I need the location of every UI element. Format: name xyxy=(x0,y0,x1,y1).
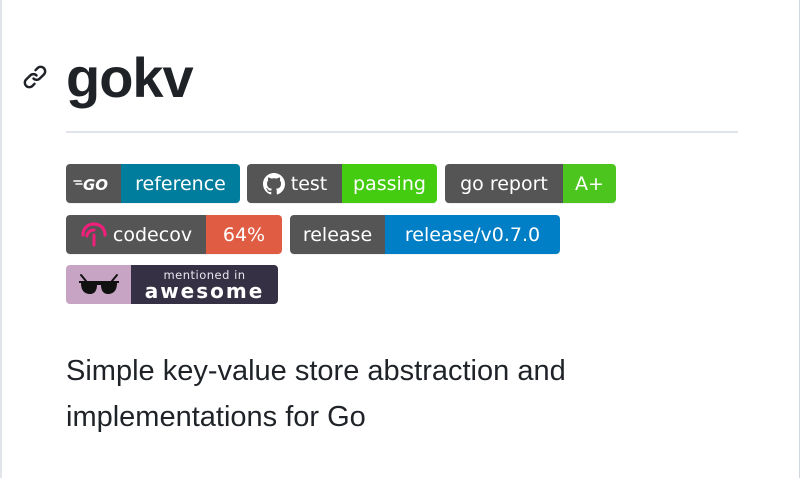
codecov-badge-value: 64% xyxy=(206,215,282,254)
test-badge[interactable]: test passing xyxy=(247,164,437,203)
codecov-icon xyxy=(81,221,107,246)
awesome-badge-wordmark: awesome xyxy=(144,278,265,303)
github-icon xyxy=(262,172,285,194)
release-badge[interactable]: release release/v0.7.0 xyxy=(290,215,560,254)
go-reference-badge-right: reference xyxy=(121,164,240,203)
project-description: Simple key-value store abstraction and i… xyxy=(66,348,746,440)
link-icon[interactable] xyxy=(20,62,50,92)
awesome-badge-right: mentioned in awesome xyxy=(131,265,278,304)
test-badge-left: test xyxy=(247,164,342,203)
codecov-badge[interactable]: codecov 64% xyxy=(66,215,282,254)
awesome-badge[interactable]: mentioned in awesome xyxy=(66,265,278,304)
go-reference-badge[interactable]: GO reference xyxy=(66,164,240,203)
svg-text:GO: GO xyxy=(83,176,108,194)
go-report-badge-grade: A+ xyxy=(563,164,616,203)
release-badge-version: release/v0.7.0 xyxy=(385,215,560,254)
test-badge-label: test xyxy=(290,172,328,195)
release-badge-label: release xyxy=(290,215,385,254)
readme-page: gokv GO reference test passing go report… xyxy=(0,0,800,478)
go-report-badge[interactable]: go report A+ xyxy=(445,164,616,203)
codecov-badge-left: codecov xyxy=(66,215,206,254)
test-badge-status: passing xyxy=(342,164,437,203)
description-line-1: Simple key-value store abstraction and xyxy=(66,355,566,387)
title-divider xyxy=(66,131,738,133)
go-reference-badge-left: GO xyxy=(66,164,121,203)
page-title: gokv xyxy=(66,46,194,109)
codecov-badge-label: codecov xyxy=(112,223,193,246)
sunglasses-icon xyxy=(78,273,119,294)
go-logo-icon: GO xyxy=(72,176,108,194)
go-report-badge-label: go report xyxy=(445,164,563,203)
description-line-2: implementations for Go xyxy=(66,401,366,433)
awesome-badge-left xyxy=(66,265,131,304)
